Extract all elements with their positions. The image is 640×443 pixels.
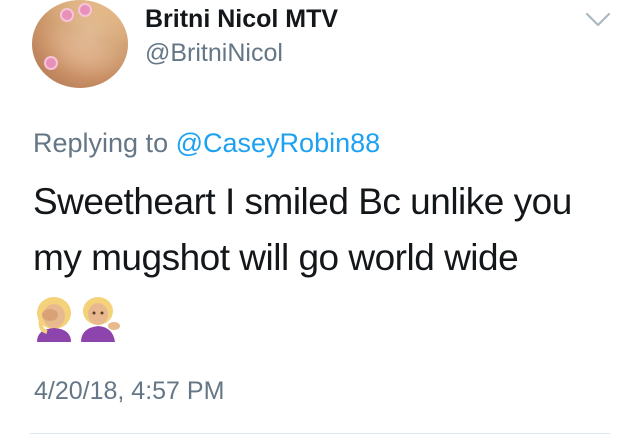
tweet-text: Sweetheart I smiled Bc unlike you my mug… [33, 181, 572, 278]
replying-to-label: Replying to [33, 128, 169, 158]
flower-crown-icon [46, 58, 56, 68]
tweet-detail: Britni Nicol MTV @BritniNicol Replying t… [0, 0, 640, 443]
divider [30, 433, 610, 434]
flower-crown-icon [62, 10, 72, 20]
user-handle[interactable]: @BritniNicol [145, 39, 283, 68]
timestamp[interactable]: 4/20/18, 4:57 PM [34, 377, 224, 406]
display-name[interactable]: Britni Nicol MTV [145, 5, 338, 34]
replying-to: Replying to @CaseyRobin88 [33, 128, 380, 159]
chevron-down-icon[interactable] [584, 10, 612, 30]
flower-crown-icon [80, 5, 90, 15]
avatar-hair [32, 0, 128, 88]
reply-mention-link[interactable]: @CaseyRobin88 [176, 128, 381, 158]
avatar[interactable] [32, 0, 128, 88]
woman-facepalming-emoji [37, 297, 71, 342]
woman-tipping-hand-emoji [81, 297, 120, 342]
emoji-row [33, 296, 121, 344]
